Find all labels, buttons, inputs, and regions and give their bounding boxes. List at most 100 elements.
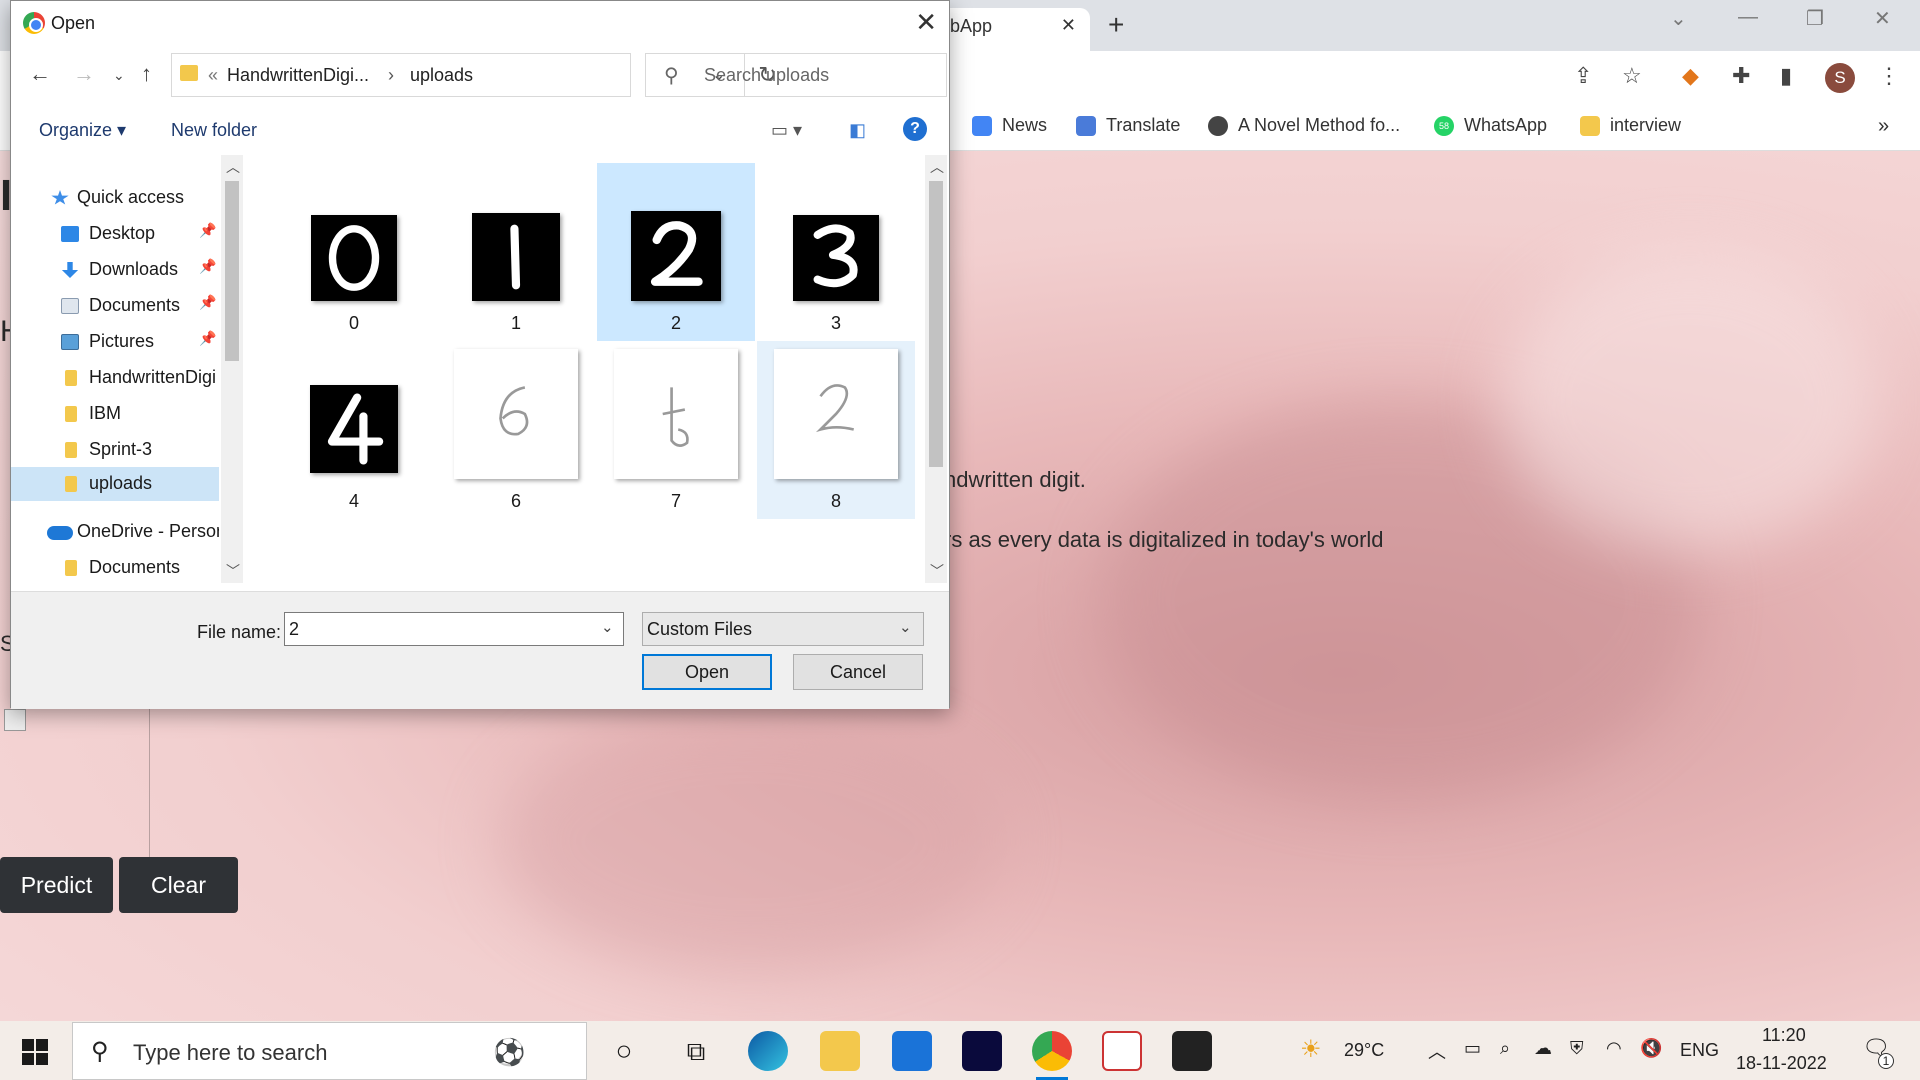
nav-item-downloads[interactable]: Downloads 📌	[11, 253, 219, 287]
change-view-icon[interactable]: ▭ ▾	[771, 120, 802, 141]
file-item[interactable]: 3	[757, 163, 915, 341]
security-icon[interactable]: ⛨	[1570, 1038, 1584, 1059]
new-folder-button[interactable]: New folder	[171, 120, 257, 141]
scroll-down-icon[interactable]: ﹀	[226, 561, 240, 581]
preview-pane-icon[interactable]: ◧	[849, 120, 866, 141]
recent-locations-chevron-icon[interactable]: ⌄	[113, 67, 125, 84]
browser-tab[interactable]: bApp ✕	[940, 8, 1090, 51]
predict-button[interactable]: Predict	[0, 857, 113, 913]
scroll-up-icon[interactable]: ︿	[226, 157, 240, 177]
bookmark-whatsapp[interactable]: 58 WhatsApp	[1434, 115, 1547, 136]
file-list-scrollbar[interactable]: ︿ ﹀	[925, 155, 947, 583]
file-item[interactable]: 6	[437, 341, 595, 519]
file-thumbnail	[472, 213, 560, 301]
file-item[interactable]: 7	[597, 341, 755, 519]
webex-icon[interactable]	[962, 1031, 1002, 1071]
clock-date[interactable]: 18-11-2022	[1736, 1053, 1827, 1074]
close-window-icon[interactable]: ✕	[1874, 6, 1891, 31]
file-explorer-icon[interactable]	[820, 1031, 860, 1071]
search-input[interactable]: ⚲ Search uploads	[645, 53, 947, 97]
nav-pane-scrollbar[interactable]: ︿ ﹀	[221, 155, 243, 583]
breadcrumb-overflow[interactable]: «	[208, 65, 218, 86]
nav-item-onedrive[interactable]: OneDrive - Person	[11, 515, 219, 549]
profile-avatar[interactable]: S	[1825, 63, 1855, 93]
file-item[interactable]: 4	[275, 341, 433, 519]
cortana-icon[interactable]: ○	[604, 1031, 644, 1071]
taskbar-search-box[interactable]: ⚲ Type here to search ⚽	[72, 1022, 587, 1080]
bookmark-novel-method[interactable]: A Novel Method fo...	[1208, 115, 1400, 136]
weather-icon[interactable]: ☀	[1300, 1035, 1322, 1064]
back-arrow-icon[interactable]: ←	[29, 61, 51, 87]
nav-item-onedrive-documents[interactable]: Documents	[11, 551, 219, 585]
onedrive-cloud-icon[interactable]: ☁	[1534, 1038, 1552, 1059]
bookmark-star-icon[interactable]: ☆	[1622, 63, 1642, 89]
menu-kebab-icon[interactable]: ⋮	[1878, 63, 1900, 89]
tab-title: bApp	[950, 16, 993, 36]
mail-icon[interactable]	[892, 1031, 932, 1071]
extensions-icon[interactable]: ✚	[1732, 63, 1750, 89]
nav-item-uploads[interactable]: uploads	[11, 467, 219, 501]
tab-close-icon[interactable]: ✕	[1061, 15, 1076, 36]
chrome-icon[interactable]	[1032, 1031, 1072, 1080]
nav-item-sprint-3[interactable]: Sprint-3	[11, 433, 219, 467]
search-icon: ⚲	[664, 65, 679, 87]
scrollbar-thumb[interactable]	[929, 181, 943, 467]
new-tab-icon[interactable]: +	[1108, 9, 1124, 41]
forward-arrow-icon[interactable]: →	[73, 61, 95, 87]
nav-item-quick-access[interactable]: Quick access	[11, 181, 219, 215]
clear-button[interactable]: Clear	[119, 857, 238, 913]
up-arrow-icon[interactable]: ↑	[141, 61, 152, 87]
file-item[interactable]: 1	[437, 163, 595, 341]
show-hidden-icons-icon[interactable]: ︿	[1428, 1038, 1446, 1064]
bookmark-interview[interactable]: interview	[1580, 115, 1681, 136]
share-icon[interactable]: ⇪	[1574, 63, 1592, 89]
meet-now-icon[interactable]: ⌕	[1500, 1038, 1510, 1059]
nav-item-documents[interactable]: Documents 📌	[11, 289, 219, 323]
close-icon[interactable]: ✕	[915, 7, 937, 38]
breadcrumb-parent[interactable]: HandwrittenDigi...	[227, 65, 369, 86]
search-icon: ⚲	[91, 1038, 109, 1065]
scrollbar-thumb[interactable]	[225, 181, 239, 361]
app-icon[interactable]	[1102, 1031, 1142, 1071]
nav-item-handwrittendigi[interactable]: HandwrittenDigi	[11, 361, 219, 395]
address-bar[interactable]: « HandwrittenDigi... › uploads ⌄ ↻	[171, 53, 777, 97]
file-name-dropdown-chevron-icon[interactable]: ⌄	[601, 618, 614, 636]
restore-icon[interactable]: ❐	[1806, 6, 1824, 31]
open-button[interactable]: Open	[642, 654, 772, 690]
nav-item-label: Pictures	[89, 331, 155, 351]
language-indicator[interactable]: ENG	[1680, 1040, 1719, 1061]
weather-temperature[interactable]: 29°C	[1344, 1040, 1384, 1061]
windows-start-icon[interactable]	[22, 1039, 48, 1065]
breadcrumb-current[interactable]: uploads	[410, 65, 473, 86]
battery-icon[interactable]: ▭	[1464, 1038, 1481, 1059]
help-icon[interactable]: ?	[903, 117, 927, 141]
organize-menu-button[interactable]: Organize ▾	[39, 120, 126, 141]
file-item[interactable]: 2	[597, 163, 755, 341]
tab-search-icon[interactable]: ⌄	[1670, 6, 1687, 31]
file-item[interactable]: 8	[757, 341, 915, 519]
folder-icon	[65, 442, 77, 458]
scroll-down-icon[interactable]: ﹀	[930, 561, 944, 581]
file-item[interactable]: 0	[275, 163, 433, 341]
edge-icon[interactable]	[748, 1031, 788, 1071]
bookmark-translate[interactable]: Translate	[1076, 115, 1180, 136]
nav-item-desktop[interactable]: Desktop 📌	[11, 217, 219, 251]
volume-muted-icon[interactable]: 🔇	[1640, 1038, 1662, 1059]
clock-time[interactable]: 11:20	[1762, 1025, 1806, 1046]
nav-item-pictures[interactable]: Pictures 📌	[11, 325, 219, 359]
wifi-icon[interactable]: ◠	[1606, 1038, 1622, 1059]
cancel-button[interactable]: Cancel	[793, 654, 923, 690]
nav-item-ibm[interactable]: IBM	[11, 397, 219, 431]
terminal-icon[interactable]	[1172, 1031, 1212, 1071]
scroll-up-icon[interactable]: ︿	[930, 157, 944, 177]
minimize-icon[interactable]: —	[1738, 6, 1758, 29]
task-view-icon[interactable]: ⧉	[676, 1031, 716, 1071]
file-type-select[interactable]: Custom Files	[642, 612, 924, 646]
metamask-extension-icon[interactable]: ◆	[1682, 63, 1699, 89]
side-panel-icon[interactable]: ▮	[1780, 63, 1792, 89]
file-type-chevron-icon[interactable]: ⌄	[899, 618, 912, 636]
folder-icon	[180, 65, 198, 81]
bookmark-news[interactable]: News	[972, 115, 1047, 136]
more-bookmarks-icon[interactable]: »	[1878, 115, 1889, 138]
file-name-input[interactable]: 2	[284, 612, 624, 646]
